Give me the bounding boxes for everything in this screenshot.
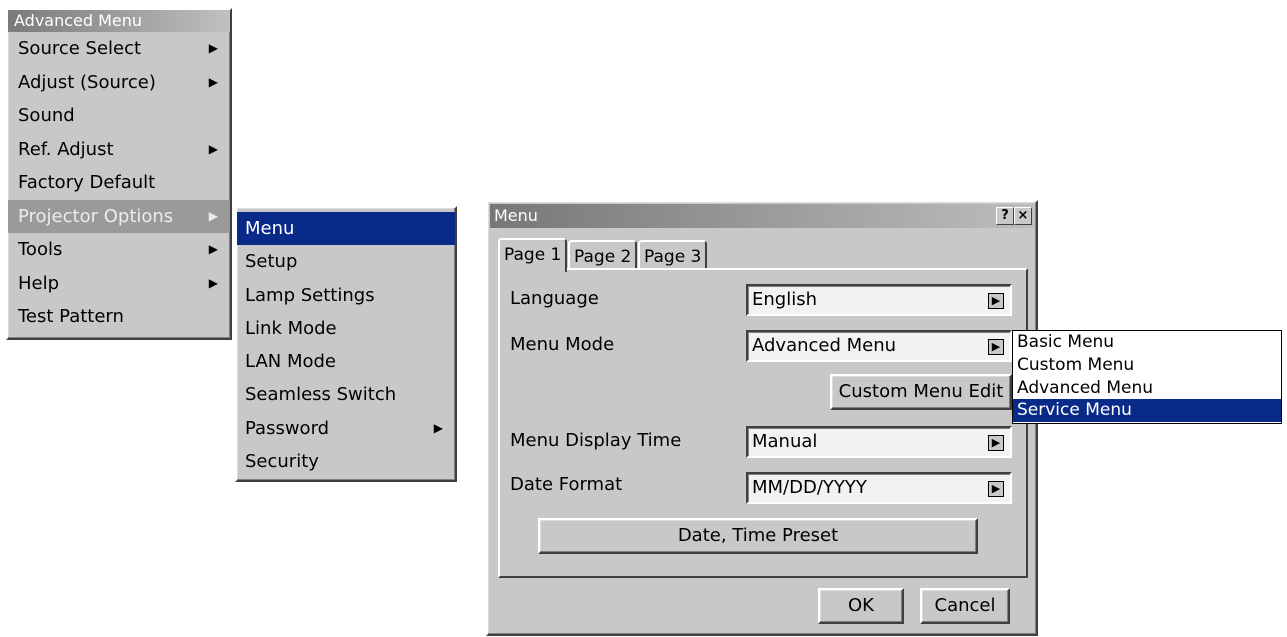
menu-item-label: LAN Mode (245, 351, 336, 373)
submenu-item-lan-mode[interactable]: LAN Mode (237, 345, 455, 378)
date-format-value: MM/DD/YYYY (752, 477, 867, 498)
submenu-item-setup[interactable]: Setup (237, 245, 455, 278)
submenu-item-seamless-switch[interactable]: Seamless Switch (237, 378, 455, 411)
menu-mode-select[interactable]: Advanced Menu ▶ (746, 330, 1012, 362)
menu-item-label: Sound (18, 105, 75, 126)
menu-item-label: Security (245, 451, 319, 473)
menu-item-label: Password (245, 417, 330, 439)
submenu-arrow-icon: ▶ (208, 242, 218, 256)
menu-item-label: Lamp Settings (245, 284, 375, 306)
dropdown-option-basic-menu[interactable]: Basic Menu (1013, 331, 1281, 354)
ok-button[interactable]: OK (818, 588, 904, 624)
menu-item-test-pattern[interactable]: Test Pattern (8, 300, 230, 334)
submenu-item-password[interactable]: Password ▶ (237, 412, 455, 445)
menu-display-time-value: Manual (752, 431, 818, 452)
menu-item-label: Setup (245, 251, 298, 273)
combo-arrow-icon[interactable]: ▶ (988, 339, 1004, 355)
menu-item-label: Link Mode (245, 317, 337, 339)
menu-item-label: Seamless Switch (245, 384, 397, 406)
help-icon[interactable]: ? (996, 207, 1014, 225)
menu-item-label: Ref. Adjust (18, 138, 114, 160)
submenu-arrow-icon: ▶ (208, 74, 218, 89)
submenu-arrow-icon: ▶ (208, 208, 218, 223)
tab-panel: Language English ▶ Menu Mode Advanced Me… (498, 268, 1028, 578)
dropdown-option-advanced-menu[interactable]: Advanced Menu (1013, 377, 1281, 400)
menu-item-projector-options[interactable]: Projector Options ▶ (8, 199, 230, 233)
submenu-arrow-icon: ▶ (208, 41, 218, 55)
submenu-arrow-icon: ▶ (208, 141, 218, 156)
menu-item-ref-adjust[interactable]: Ref. Adjust ▶ (8, 133, 230, 167)
custom-menu-edit-button[interactable]: Custom Menu Edit (830, 374, 1012, 410)
menu-item-tools[interactable]: Tools ▶ (8, 233, 230, 267)
menu-dialog: Menu ? × Page 1 Page 2 Page 3 Language E… (486, 200, 1038, 636)
submenu-item-lamp-settings[interactable]: Lamp Settings (237, 279, 455, 312)
submenu-arrow-icon: ▶ (433, 420, 443, 435)
menu-display-time-label: Menu Display Time (510, 430, 682, 451)
menu-item-sound[interactable]: Sound (8, 99, 230, 133)
language-label: Language (510, 288, 599, 309)
submenu-item-link-mode[interactable]: Link Mode (237, 312, 455, 345)
dialog-titlebar: Menu ? × (490, 204, 1034, 228)
menu-item-adjust-source[interactable]: Adjust (Source) ▶ (8, 66, 230, 100)
menu-item-label: Test Pattern (18, 306, 124, 327)
advanced-menu-title: Advanced Menu (8, 10, 230, 32)
dropdown-option-custom-menu[interactable]: Custom Menu (1013, 354, 1281, 377)
combo-arrow-icon[interactable]: ▶ (988, 293, 1004, 309)
combo-arrow-icon[interactable]: ▶ (988, 481, 1004, 497)
menu-mode-value: Advanced Menu (752, 335, 897, 356)
menu-mode-label: Menu Mode (510, 334, 615, 355)
advanced-menu: Advanced Menu Source Select ▶ Adjust (Sou… (6, 8, 232, 340)
language-value: English (752, 289, 817, 310)
submenu-arrow-icon: ▶ (208, 275, 218, 290)
menu-item-label: Tools (18, 239, 63, 260)
dialog-title: Menu (494, 206, 538, 225)
dropdown-option-service-menu[interactable]: Service Menu (1013, 399, 1281, 423)
date-time-preset-button[interactable]: Date, Time Preset (538, 518, 978, 554)
close-icon[interactable]: × (1014, 207, 1032, 225)
menu-item-label: Adjust (Source) (18, 71, 156, 93)
menu-item-label: Projector Options (18, 205, 174, 227)
menu-item-source-select[interactable]: Source Select ▶ (8, 32, 230, 66)
language-select[interactable]: English ▶ (746, 284, 1012, 316)
date-format-select[interactable]: MM/DD/YYYY ▶ (746, 472, 1012, 504)
menu-item-factory-default[interactable]: Factory Default (8, 166, 230, 200)
submenu-item-menu[interactable]: Menu (237, 212, 455, 246)
menu-item-label: Factory Default (18, 172, 156, 193)
tab-page-1[interactable]: Page 1 (498, 238, 568, 272)
projector-options-submenu: Menu Setup Lamp Settings Link Mode LAN M… (235, 206, 457, 482)
menu-item-label: Menu (245, 218, 295, 239)
combo-arrow-icon[interactable]: ▶ (988, 435, 1004, 451)
menu-display-time-select[interactable]: Manual ▶ (746, 426, 1012, 458)
submenu-item-security[interactable]: Security (237, 445, 455, 478)
cancel-button[interactable]: Cancel (920, 588, 1010, 624)
menu-item-help[interactable]: Help ▶ (8, 267, 230, 301)
menu-item-label: Help (18, 272, 60, 294)
menu-item-label: Source Select (18, 38, 142, 59)
date-format-label: Date Format (510, 474, 623, 495)
menu-mode-dropdown-list: Basic Menu Custom Menu Advanced Menu Ser… (1012, 330, 1282, 424)
